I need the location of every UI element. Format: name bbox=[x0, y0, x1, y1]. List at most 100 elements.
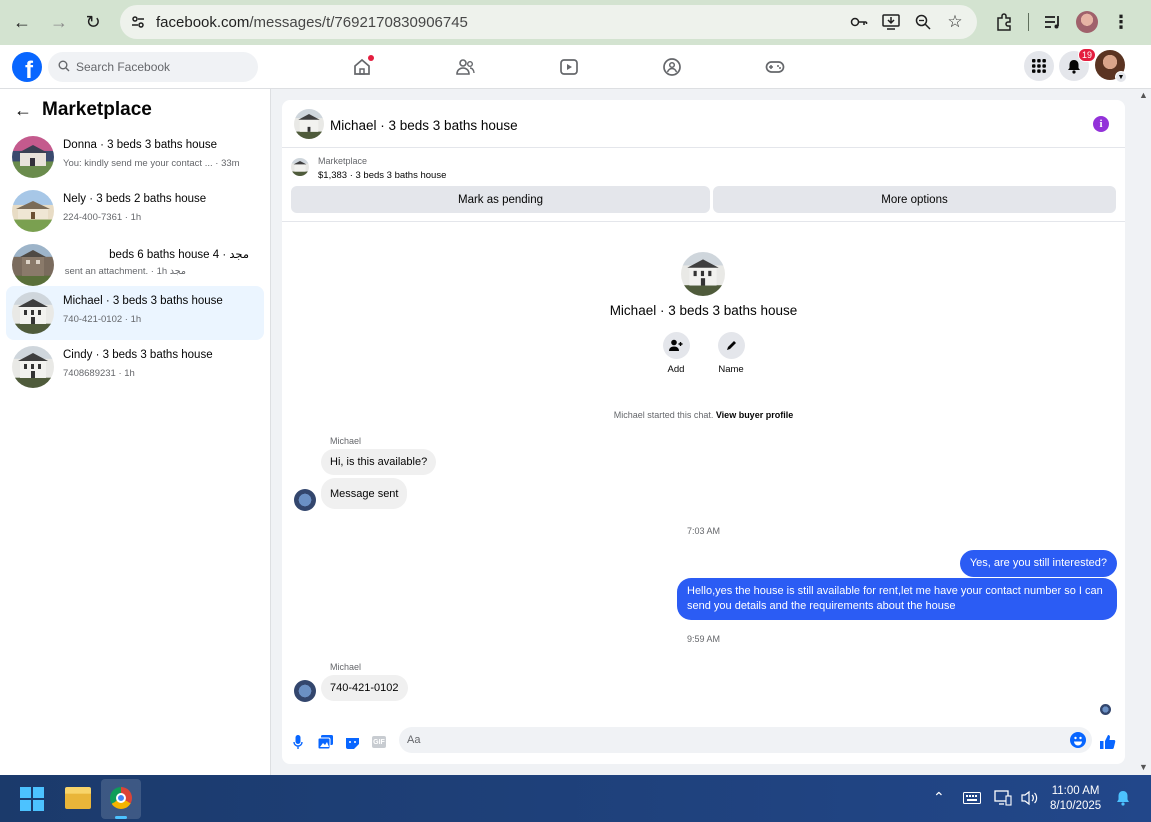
friends-icon[interactable] bbox=[451, 53, 479, 81]
facebook-header: f 19 ▼ bbox=[0, 45, 1151, 89]
chrome-profile-avatar[interactable] bbox=[1073, 8, 1101, 36]
video-icon[interactable] bbox=[555, 53, 583, 81]
listing-banner: Marketplace $1,383 · 3 beds 3 baths hous… bbox=[282, 149, 1125, 222]
conversation-item-majd[interactable]: مجد · 4 beds 6 baths house مجد sent an a… bbox=[6, 238, 264, 292]
forward-icon[interactable]: → bbox=[42, 5, 76, 39]
timestamp: 7:03 AM bbox=[686, 526, 721, 536]
active-app-indicator bbox=[115, 816, 127, 819]
outgoing-message[interactable]: Yes, are you still interested? bbox=[959, 550, 1117, 577]
conversation-item-michael[interactable]: Michael · 3 beds 3 baths house 740-421-0… bbox=[6, 286, 264, 340]
profile-thumbnail[interactable] bbox=[681, 252, 725, 296]
address-bar[interactable]: facebook.com/messages/t/7692170830906745… bbox=[120, 5, 977, 39]
back-icon[interactable]: ← bbox=[5, 5, 39, 39]
conversation-name: مجد · 4 beds 6 baths house bbox=[109, 249, 249, 261]
chrome-menu-icon[interactable]: ⋮ bbox=[1107, 8, 1135, 36]
clock-time: 11:00 AM bbox=[1051, 785, 1100, 797]
windows-start-icon[interactable] bbox=[20, 787, 44, 811]
back-arrow-icon[interactable]: ← bbox=[14, 100, 32, 121]
microphone-icon[interactable] bbox=[288, 732, 308, 752]
install-app-icon[interactable] bbox=[879, 10, 903, 34]
key-icon[interactable] bbox=[847, 10, 871, 34]
reload-icon[interactable]: ↻ bbox=[76, 5, 110, 39]
system-clock[interactable]: 11:00 AM 8/10/2025 bbox=[1050, 784, 1101, 814]
outgoing-message[interactable]: Hello,yes the house is still available f… bbox=[677, 578, 1117, 620]
chat-title[interactable]: Michael · 3 beds 3 baths house bbox=[330, 118, 518, 133]
conversation-preview: 7408689231 · 1h bbox=[63, 368, 135, 379]
chat-header: Michael · 3 beds 3 baths house i bbox=[282, 100, 1125, 148]
gif-icon[interactable]: GIF bbox=[369, 732, 389, 752]
add-label: Add bbox=[667, 364, 685, 375]
message-sender-name: Michael bbox=[330, 436, 362, 446]
conversation-item-cindy[interactable]: Cindy · 3 beds 3 baths house 7408689231 … bbox=[6, 340, 264, 394]
message-sender-name: Michael bbox=[330, 662, 362, 672]
conversation-item-donna[interactable]: Donna · 3 beds 3 baths house You: kindly… bbox=[6, 130, 264, 184]
search-icon bbox=[58, 60, 70, 75]
sidebar-title: Marketplace bbox=[42, 99, 152, 120]
message-composer: GIF bbox=[282, 724, 1125, 760]
chrome-icon bbox=[110, 787, 132, 809]
home-notification-dot bbox=[368, 55, 374, 61]
chat-header-thumbnail[interactable] bbox=[294, 109, 324, 139]
chevron-up-icon[interactable]: ⌃ bbox=[933, 789, 945, 806]
zoom-icon[interactable] bbox=[911, 10, 935, 34]
incoming-message[interactable]: Hi, is this available? bbox=[321, 449, 437, 475]
file-explorer-icon[interactable] bbox=[65, 787, 91, 809]
marketplace-inbox-sidebar: ← Marketplace Donna · 3 beds 3 baths hou… bbox=[0, 89, 271, 775]
facebook-search-box[interactable] bbox=[48, 52, 258, 82]
sticker-icon[interactable] bbox=[342, 732, 362, 752]
emoji-icon[interactable] bbox=[1070, 732, 1086, 748]
incoming-message[interactable]: Message sent bbox=[321, 478, 408, 509]
sender-avatar[interactable] bbox=[294, 680, 316, 702]
listing-thumbnail bbox=[12, 346, 54, 388]
media-queue-icon[interactable] bbox=[1039, 8, 1067, 36]
bookmark-star-icon[interactable]: ☆ bbox=[943, 10, 967, 34]
message-input[interactable] bbox=[407, 734, 1047, 746]
conversation-name: Donna · 3 beds 3 baths house bbox=[63, 139, 218, 151]
profile-name: Michael · 3 beds 3 baths house bbox=[609, 303, 798, 318]
listing-price[interactable]: $1,383 · 3 beds 3 baths house bbox=[318, 170, 446, 181]
view-buyer-profile-link[interactable]: View buyer profile bbox=[716, 410, 793, 420]
home-icon[interactable] bbox=[348, 53, 376, 81]
chevron-down-icon[interactable]: ▼ bbox=[1115, 71, 1127, 83]
more-options-button[interactable]: More options bbox=[713, 186, 1116, 213]
pencil-icon[interactable] bbox=[717, 332, 745, 359]
listing-thumbnail[interactable] bbox=[291, 158, 309, 176]
sender-avatar[interactable] bbox=[294, 489, 316, 511]
message-input-wrapper[interactable] bbox=[399, 727, 1092, 753]
sidebar-header: ← Marketplace bbox=[14, 99, 152, 121]
thumbs-up-icon[interactable] bbox=[1098, 732, 1118, 752]
keyboard-icon[interactable] bbox=[963, 791, 981, 807]
volume-icon[interactable] bbox=[1021, 790, 1039, 809]
conversation-name: Nely · 3 beds 2 baths house bbox=[63, 193, 207, 205]
chat-started-notice: Michael started this chat. View buyer pr… bbox=[613, 410, 794, 420]
menu-grid-icon[interactable] bbox=[1024, 51, 1054, 81]
info-icon[interactable]: i bbox=[1093, 116, 1109, 132]
clock-date: 8/10/2025 bbox=[1050, 800, 1102, 812]
facebook-logo-icon[interactable]: f bbox=[12, 52, 42, 82]
site-settings-icon[interactable] bbox=[120, 14, 156, 30]
scroll-up-arrow-icon[interactable]: ▲ bbox=[1139, 90, 1148, 100]
gaming-icon[interactable] bbox=[761, 53, 789, 81]
conversation-name: Michael · 3 beds 3 baths house bbox=[63, 295, 223, 307]
browser-toolbar: ← → ↻ facebook.com/messages/t/7692170830… bbox=[0, 0, 1151, 45]
listing-thumbnail bbox=[12, 244, 54, 286]
conversation-name: Cindy · 3 beds 3 baths house bbox=[63, 349, 213, 361]
listing-thumbnail bbox=[12, 136, 54, 178]
groups-icon[interactable] bbox=[658, 53, 686, 81]
photo-icon[interactable] bbox=[315, 732, 335, 752]
url-text: facebook.com/messages/t/7692170830906745 bbox=[156, 13, 468, 31]
notification-bell-icon[interactable] bbox=[1116, 790, 1130, 809]
add-person-icon[interactable] bbox=[662, 332, 690, 359]
search-input[interactable] bbox=[76, 60, 236, 74]
conversation-preview: You: kindly send me your contact ... · 3… bbox=[63, 158, 240, 169]
add-action[interactable]: Add bbox=[646, 332, 706, 375]
chrome-taskbar-button[interactable] bbox=[101, 779, 141, 819]
incoming-message[interactable]: 740-421-0102 bbox=[321, 675, 408, 701]
extensions-icon[interactable] bbox=[990, 8, 1018, 36]
scroll-down-arrow-icon[interactable]: ▼ bbox=[1139, 762, 1148, 772]
name-action[interactable]: Name bbox=[701, 332, 761, 375]
mark-as-pending-button[interactable]: Mark as pending bbox=[291, 186, 710, 213]
listing-category: Marketplace bbox=[318, 156, 368, 166]
conversation-item-nely[interactable]: Nely · 3 beds 2 baths house 224-400-7361… bbox=[6, 184, 264, 238]
network-icon[interactable] bbox=[994, 790, 1012, 809]
